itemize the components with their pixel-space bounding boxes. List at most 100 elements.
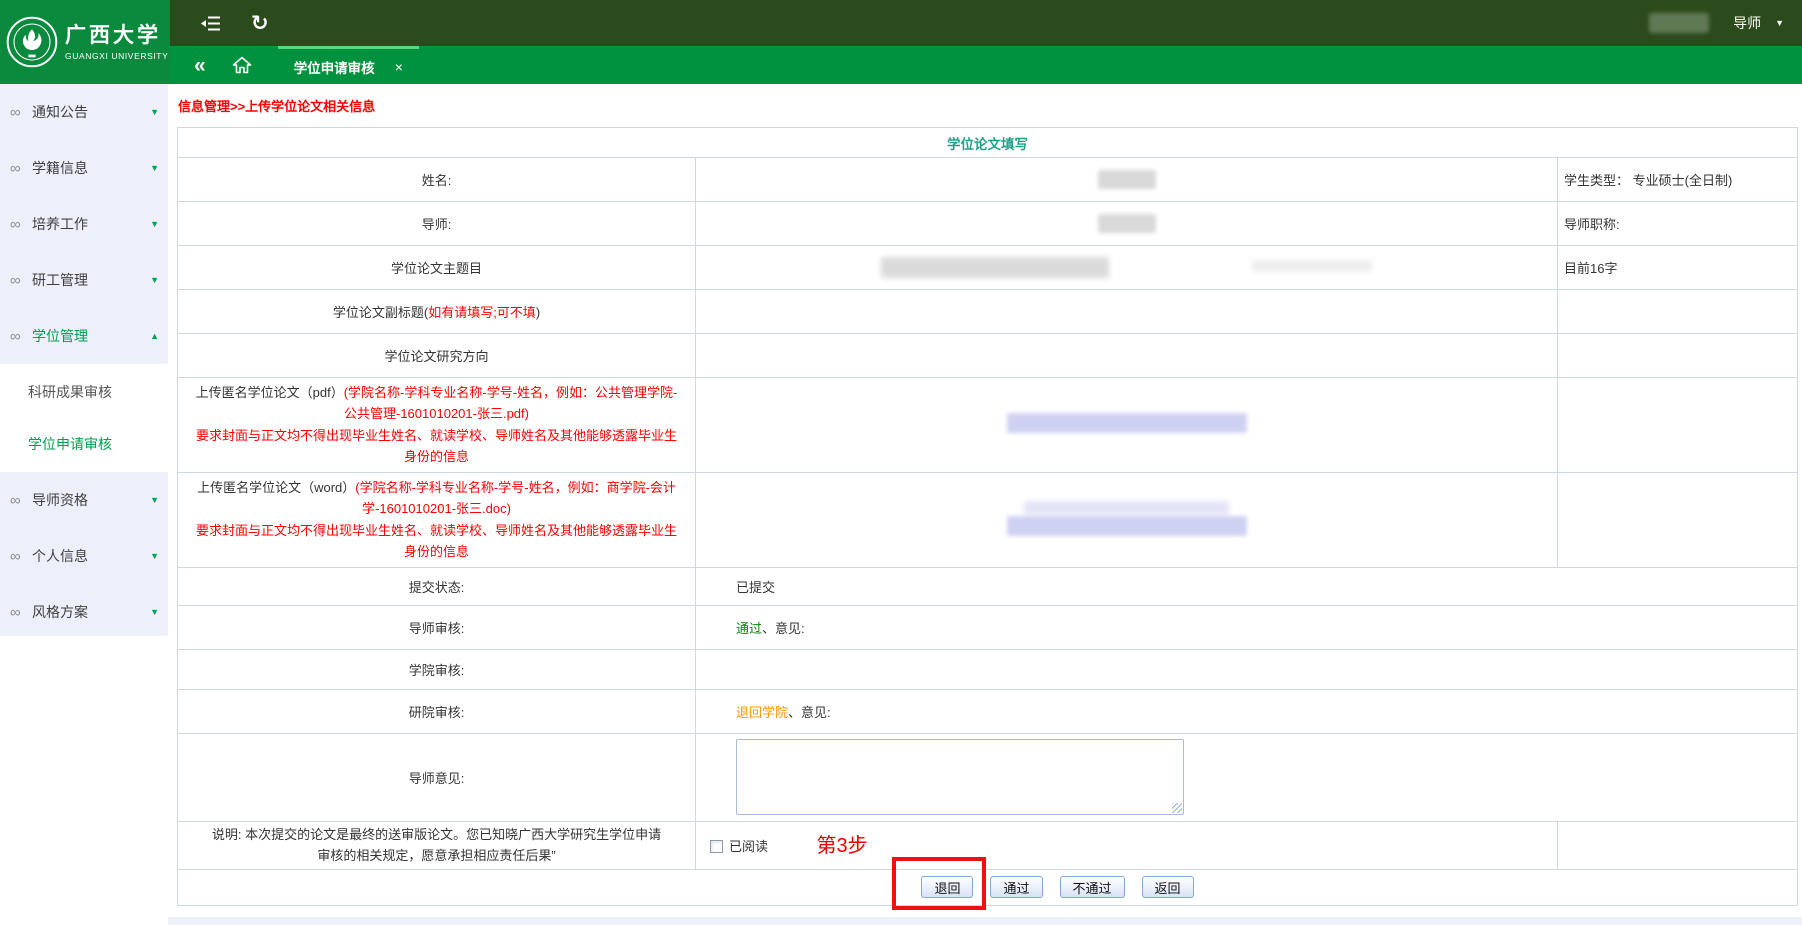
user-dropdown-caret-icon[interactable]: ▼ xyxy=(1775,18,1784,28)
sidebar-item-advisor-qualification[interactable]: ∞ 导师资格 ▼ xyxy=(0,472,168,528)
return-back-button[interactable]: 退回 xyxy=(921,876,973,898)
approve-button[interactable]: 通过 xyxy=(990,876,1042,898)
chevron-down-icon: ▼ xyxy=(150,495,159,505)
reject-button[interactable]: 不通过 xyxy=(1060,876,1125,898)
link-icon: ∞ xyxy=(10,492,32,509)
advisor-review-value: 通过、意见: xyxy=(696,605,1798,649)
user-role-label[interactable]: 导师 xyxy=(1733,13,1761,33)
university-logo-block: 广西大学 GUANGXI UNIVERSITY xyxy=(0,0,170,84)
advisor-title-label: 导师职称: xyxy=(1558,202,1798,246)
research-direction-label: 学位论文研究方向 xyxy=(178,334,696,378)
sidebar-item-personal-info[interactable]: ∞ 个人信息 ▼ xyxy=(0,528,168,584)
breadcrumb: 信息管理>>上传学位论文相关信息 xyxy=(168,84,1802,115)
top-header-bar: ↻ 导师 ▼ xyxy=(170,0,1802,46)
link-icon: ∞ xyxy=(10,328,32,345)
read-checkbox-label: 已阅读 xyxy=(729,839,768,854)
link-icon: ∞ xyxy=(10,272,32,289)
char-count-note: 目前16字 xyxy=(1558,246,1798,290)
table-row: 研院审核: 退回学院、意见: xyxy=(178,689,1798,733)
tab-degree-application-review[interactable]: 学位申请审核 × xyxy=(278,46,419,84)
chevron-down-icon: ▼ xyxy=(150,607,159,617)
link-icon: ∞ xyxy=(10,548,32,565)
table-row: 提交状态: 已提交 xyxy=(178,567,1798,605)
advisor-label: 导师: xyxy=(178,202,696,246)
action-buttons-row: 退回 第3步 通过 不通过 返回 xyxy=(178,876,1797,898)
chevron-down-icon: ▼ xyxy=(150,219,159,229)
brand-name-zh: 广西大学 xyxy=(65,23,168,48)
table-row: 导师: 导师职称: xyxy=(178,202,1798,246)
chevron-down-icon: ▼ xyxy=(150,275,159,285)
chevron-down-icon: ▼ xyxy=(150,163,159,173)
collapse-tabs-icon[interactable]: « xyxy=(194,55,206,76)
advisor-review-status: 通过 xyxy=(736,621,762,636)
tab-bar: « 学位申请审核 × xyxy=(170,46,1802,84)
sidebar-item-degree-management[interactable]: ∞ 学位管理 ▲ xyxy=(0,308,168,364)
home-icon[interactable] xyxy=(232,56,252,74)
sidebar-item-style-scheme[interactable]: ∞ 风格方案 ▼ xyxy=(0,584,168,640)
form-title: 学位论文填写 xyxy=(178,128,1798,158)
tab-close-icon[interactable]: × xyxy=(395,59,403,75)
university-emblem-icon xyxy=(5,15,59,69)
table-row: 退回 第3步 通过 不通过 返回 xyxy=(178,869,1798,905)
degree-management-submenu: 科研成果审核 学位申请审核 xyxy=(0,364,168,472)
student-type-value: 学生类型： 专业硕士(全日制) xyxy=(1558,158,1798,202)
submit-status-label: 提交状态: xyxy=(178,567,696,605)
link-icon: ∞ xyxy=(10,216,32,233)
link-icon: ∞ xyxy=(10,104,32,121)
table-row: 导师审核: 通过、意见: xyxy=(178,605,1798,649)
collapse-menu-icon[interactable] xyxy=(200,16,221,31)
grad-school-review-value: 退回学院、意见: xyxy=(696,689,1798,733)
brand-name-en: GUANGXI UNIVERSITY xyxy=(65,51,168,61)
pdf-file-link-redacted[interactable] xyxy=(1007,413,1247,433)
upload-word-label: 上传匿名学位论文（word）(学院名称-学科专业名称-学号-姓名，例如：商学院-… xyxy=(178,472,696,567)
resize-grip-icon[interactable] xyxy=(1172,803,1182,813)
table-row: 学院审核: xyxy=(178,649,1798,689)
college-review-value-empty xyxy=(696,649,1798,689)
go-back-button[interactable]: 返回 xyxy=(1142,876,1194,898)
sidebar-item-notices[interactable]: ∞ 通知公告 ▼ xyxy=(0,84,168,140)
chevron-down-icon: ▼ xyxy=(150,107,159,117)
refresh-icon[interactable]: ↻ xyxy=(251,13,269,34)
table-row: 导师意见: xyxy=(178,733,1798,821)
declaration-note: 说明: 本次提交的论文是最终的送审版论文。您已知晓广西大学研究生学位申请审核的相… xyxy=(178,821,696,869)
submit-status-value: 已提交 xyxy=(696,567,1798,605)
thesis-title-value-redacted-2 xyxy=(1252,260,1372,271)
thesis-form-table: 学位论文填写 姓名: 学生类型： 专业硕士(全日制) 导师: 导师职称: 学位论… xyxy=(177,127,1798,906)
bottom-strip xyxy=(168,917,1802,925)
subtitle-value-empty[interactable] xyxy=(696,290,1558,334)
name-value-redacted xyxy=(1098,170,1156,189)
tab-label: 学位申请审核 xyxy=(294,57,375,77)
word-anonymity-warning: 要求封面与正文均不得出现毕业生姓名、就读学校、导师姓名及其他能够透露毕业生身份的… xyxy=(190,520,683,563)
table-row: 上传匿名学位论文（pdf）(学院名称-学科专业名称-学号-姓名，例如：公共管理学… xyxy=(178,378,1798,473)
advisor-opinion-textarea[interactable] xyxy=(736,739,1184,815)
advisor-review-label: 导师审核: xyxy=(178,605,696,649)
college-review-label: 学院审核: xyxy=(178,649,696,689)
read-checkbox[interactable] xyxy=(710,840,723,853)
link-icon: ∞ xyxy=(10,160,32,177)
research-direction-value-empty[interactable] xyxy=(696,334,1558,378)
sidebar: ∞ 通知公告 ▼ ∞ 学籍信息 ▼ ∞ 培养工作 ▼ ∞ 研工管理 ▼ ∞ 学位… xyxy=(0,84,168,636)
sidebar-item-research-affairs[interactable]: ∞ 研工管理 ▼ xyxy=(0,252,168,308)
grad-school-review-label: 研院审核: xyxy=(178,689,696,733)
subtitle-label: 学位论文副标题(如有请填写;可不填) xyxy=(178,290,696,334)
table-row: 学位论文研究方向 xyxy=(178,334,1798,378)
sidebar-item-degree-application-review[interactable]: 学位申请审核 xyxy=(0,418,168,470)
upload-pdf-label: 上传匿名学位论文（pdf）(学院名称-学科专业名称-学号-姓名，例如：公共管理学… xyxy=(178,378,696,473)
table-row: 学位论文副标题(如有请填写;可不填) xyxy=(178,290,1798,334)
grad-school-review-status: 退回学院 xyxy=(736,705,788,720)
word-file-link-redacted[interactable] xyxy=(1007,501,1247,539)
thesis-title-label: 学位论文主题目 xyxy=(178,246,696,290)
sidebar-item-training[interactable]: ∞ 培养工作 ▼ xyxy=(0,196,168,252)
link-icon: ∞ xyxy=(10,604,32,621)
chevron-down-icon: ▼ xyxy=(150,551,159,561)
user-name-redacted xyxy=(1649,13,1709,33)
sidebar-item-student-status[interactable]: ∞ 学籍信息 ▼ xyxy=(0,140,168,196)
sidebar-item-research-result-review[interactable]: 科研成果审核 xyxy=(0,366,168,418)
name-label: 姓名: xyxy=(178,158,696,202)
advisor-value-redacted xyxy=(1098,214,1156,233)
advisor-opinion-label: 导师意见: xyxy=(178,733,696,821)
thesis-title-value-redacted xyxy=(881,257,1109,278)
pdf-anonymity-warning: 要求封面与正文均不得出现毕业生姓名、就读学校、导师姓名及其他能够透露毕业生身份的… xyxy=(190,425,683,468)
table-row: 上传匿名学位论文（word）(学院名称-学科专业名称-学号-姓名，例如：商学院-… xyxy=(178,472,1798,567)
table-row: 学位论文主题目 目前16字 xyxy=(178,246,1798,290)
